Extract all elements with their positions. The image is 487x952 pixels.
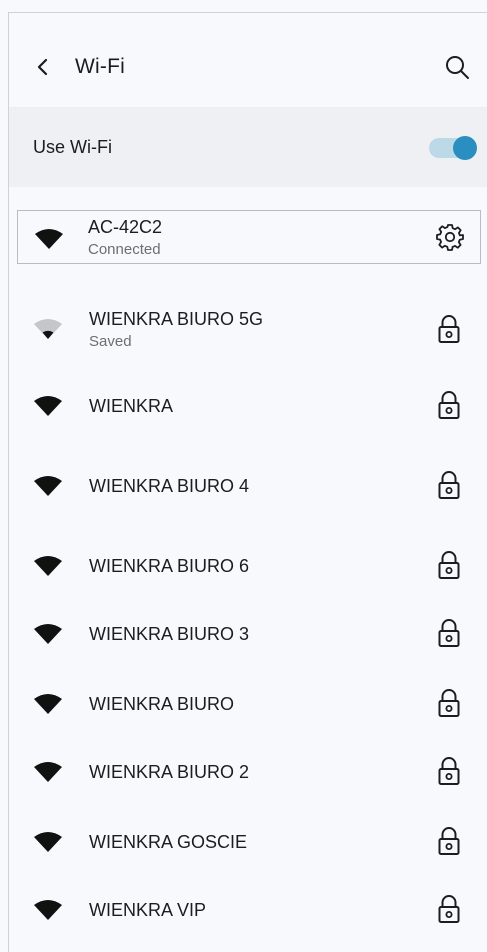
network-row[interactable]: WIENKRA BIURO 3 (9, 604, 487, 664)
network-status: Saved (89, 333, 132, 350)
search-icon[interactable] (443, 53, 471, 81)
connected-network-status: Connected (88, 241, 161, 258)
wifi-signal-full-icon (34, 476, 62, 496)
wifi-signal-full-icon (35, 229, 63, 249)
network-row[interactable]: WIENKRA BIURO 2 (9, 742, 487, 802)
lock-icon (438, 551, 460, 579)
network-name: WIENKRA BIURO 4 (89, 476, 250, 496)
network-name: WIENKRA VIP (89, 900, 207, 920)
network-row[interactable]: WIENKRA (9, 376, 487, 436)
network-row[interactable]: WIENKRA BIURO 6 (9, 536, 487, 596)
wifi-toggle[interactable] (429, 136, 477, 160)
back-arrow-icon[interactable] (31, 55, 55, 79)
wifi-signal-full-icon (34, 762, 62, 782)
network-row[interactable]: WIENKRA BIURO 5G Saved (9, 300, 487, 360)
lock-icon (438, 391, 460, 419)
lock-icon (438, 757, 460, 785)
network-name: WIENKRA BIURO (89, 694, 235, 714)
network-name: WIENKRA (89, 396, 174, 416)
top-app-bar: Wi-Fi (9, 13, 487, 108)
use-wifi-row[interactable]: Use Wi-Fi (9, 108, 487, 187)
wifi-signal-full-icon (34, 832, 62, 852)
network-name: WIENKRA BIURO 5G (89, 309, 264, 329)
lock-icon (438, 895, 460, 923)
wifi-signal-full-icon (34, 694, 62, 714)
network-row[interactable]: WIENKRA BIURO 4 (9, 456, 487, 516)
network-name: WIENKRA BIURO 3 (89, 624, 250, 644)
network-name: WIENKRA BIURO 6 (89, 556, 250, 576)
lock-icon (438, 689, 460, 717)
page-title: Wi-Fi (75, 55, 125, 78)
connected-network-name: AC-42C2 (88, 217, 163, 237)
lock-icon (438, 471, 460, 499)
gear-icon[interactable] (436, 223, 464, 251)
wifi-signal-full-icon (34, 900, 62, 920)
network-name: WIENKRA GOSCIE (89, 832, 248, 852)
network-row[interactable]: WIENKRA GOSCIE (9, 812, 487, 872)
network-row[interactable]: WIENKRA BIURO (9, 674, 487, 734)
network-row[interactable]: WIENKRA VIP (9, 880, 487, 940)
use-wifi-label: Use Wi-Fi (33, 137, 112, 157)
wifi-signal-full-icon (34, 556, 62, 576)
wifi-signal-weak-icon (34, 319, 62, 339)
lock-icon (438, 827, 460, 855)
network-name: WIENKRA BIURO 2 (89, 762, 250, 782)
wifi-signal-full-icon (34, 396, 62, 416)
lock-icon (438, 315, 460, 343)
wifi-signal-full-icon (34, 624, 62, 644)
lock-icon (438, 619, 460, 647)
toggle-knob (453, 136, 477, 160)
connected-network-card[interactable]: AC-42C2 Connected (17, 210, 481, 264)
